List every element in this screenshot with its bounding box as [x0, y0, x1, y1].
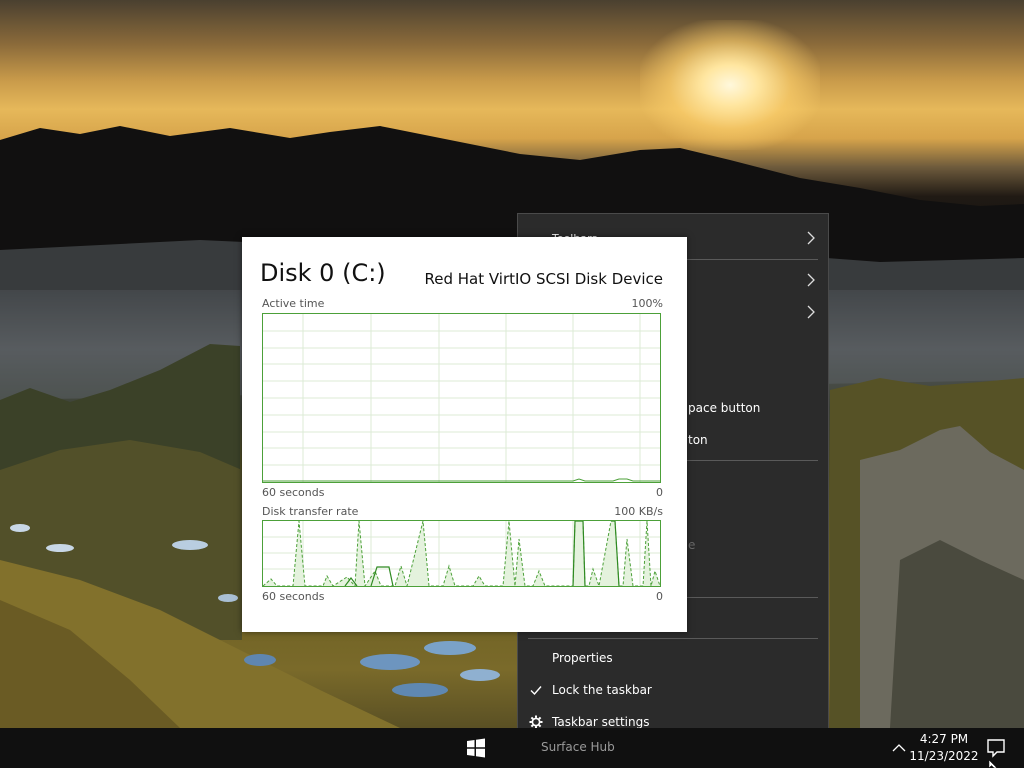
- transfer-rate-max-label: 100 KB/s: [614, 505, 663, 518]
- menu-item-lock-taskbar[interactable]: Lock the taskbar: [518, 674, 828, 706]
- chevron-up-icon[interactable]: [892, 741, 906, 755]
- menu-item-taskbar-settings-label: Taskbar settings: [552, 715, 650, 729]
- menu-item-touch-keyboard-label: ton: [688, 433, 708, 447]
- taskbar-clock[interactable]: 4:27 PM 11/23/2022: [906, 731, 982, 765]
- active-time-max-label: 100%: [631, 297, 663, 310]
- transfer-rate-min-label: 0: [656, 590, 663, 603]
- menu-item-ink-workspace-label: pace button: [688, 401, 761, 415]
- active-time-graph: [262, 313, 661, 483]
- chevron-right-icon: [807, 273, 815, 287]
- active-time-graph-plot: [263, 314, 660, 482]
- chevron-right-icon: [807, 305, 815, 319]
- menu-separator: [528, 638, 818, 639]
- menu-item-lock-taskbar-label: Lock the taskbar: [552, 683, 652, 697]
- menu-item-properties-label: Properties: [552, 651, 613, 665]
- active-time-min-label: 0: [656, 486, 663, 499]
- transfer-rate-graph-plot: [262, 520, 661, 588]
- taskbar-ghost-label: Surface Hub: [541, 740, 615, 754]
- taskbar: Surface Hub 4:27 PM 11/23/2022: [0, 728, 1024, 768]
- gear-icon: [529, 715, 543, 729]
- disk-performance-popup: Disk 0 (C:) Red Hat VirtIO SCSI Disk Dev…: [242, 237, 687, 632]
- clock-date: 11/23/2022: [909, 749, 979, 763]
- active-time-duration-label: 60 seconds: [262, 486, 325, 499]
- notification-icon[interactable]: [986, 738, 1006, 758]
- disk-title: Disk 0 (C:): [260, 259, 386, 287]
- disk-device-name: Red Hat VirtIO SCSI Disk Device: [424, 270, 663, 288]
- transfer-rate-graph: [262, 520, 661, 588]
- chevron-right-icon: [807, 231, 815, 245]
- active-time-label: Active time: [262, 297, 325, 310]
- menu-item-properties[interactable]: Properties: [518, 642, 828, 674]
- transfer-rate-label: Disk transfer rate: [262, 505, 359, 518]
- checkmark-icon: [530, 686, 542, 696]
- windows-start-icon[interactable]: [466, 738, 486, 758]
- mouse-cursor-icon: [989, 760, 997, 768]
- menu-item-disabled-label: e: [688, 538, 696, 552]
- transfer-rate-duration-label: 60 seconds: [262, 590, 325, 603]
- clock-time: 4:27 PM: [919, 732, 969, 746]
